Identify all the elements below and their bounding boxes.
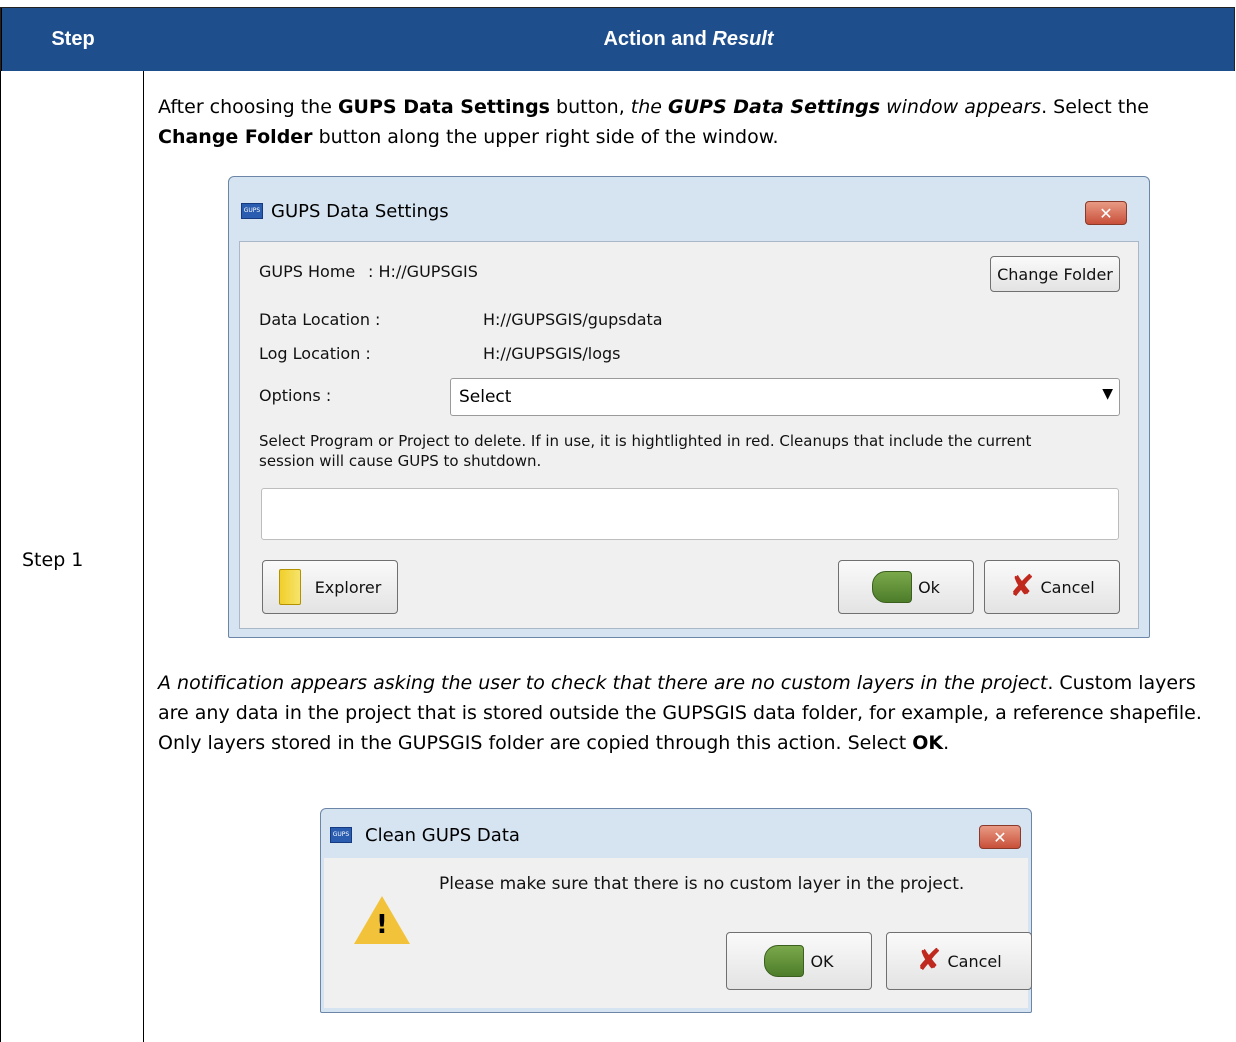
para1-text-3: . Select the [1041, 96, 1149, 118]
chevron-down-icon[interactable]: ▼ [1102, 386, 1113, 402]
delete-help-line-2: session will cause GUPS to shutdown. [259, 452, 542, 470]
para1-bold-1: GUPS Data Settings [337, 96, 550, 118]
dialog1-close-button[interactable]: ✕ [1085, 201, 1127, 225]
para1-text-4: button along the upper right side of the… [312, 126, 779, 148]
dialog2-cancel-label: Cancel [947, 951, 1002, 971]
para1-italic: the GUPS Data Settings window appears [631, 96, 1041, 118]
warning-exclamation-icon: ! [376, 910, 388, 940]
dialog2-message: Please make sure that there is no custom… [439, 874, 965, 894]
gups-home-label: GUPS Home [259, 262, 356, 281]
dialog2-cancel-button[interactable]: ✘ Cancel [886, 932, 1032, 990]
header-result-text: Result [712, 28, 774, 50]
options-select-value: Select [459, 387, 512, 407]
para1-italic-2: window appears [880, 96, 1042, 118]
data-location-value: H://GUPSGIS/gupsdata [483, 310, 663, 329]
clean-gups-data-dialog: GUPS Clean GUPS Data ✕ ! Please make sur… [320, 808, 1032, 1013]
gups-home-value: : H://GUPSGIS [368, 262, 478, 281]
dialog2-client-area: ! Please make sure that there is no cust… [324, 858, 1032, 1008]
para1-text-1: After choosing the [158, 96, 338, 118]
cancel-x-icon: ✘ [1009, 569, 1035, 604]
ok-arrow-icon [872, 571, 913, 603]
dialog2-ok-label: OK [810, 951, 834, 971]
step-label: Step 1 [22, 549, 84, 571]
instruction-paragraph-2: A notification appears asking the user t… [158, 668, 1218, 758]
column-divider [143, 71, 144, 1042]
para2-italic: A notification appears asking the user t… [158, 672, 1048, 694]
cancel-button[interactable]: ✘ Cancel [984, 560, 1120, 614]
dialog2-ok-button[interactable]: OK [726, 932, 872, 990]
para1-text-2: button, [550, 96, 631, 118]
options-select[interactable]: Select ▼ [450, 378, 1120, 416]
data-location-label: Data Location : [259, 310, 381, 329]
log-location-value: H://GUPSGIS/logs [483, 344, 621, 363]
ok-button[interactable]: Ok [838, 560, 974, 614]
para1-italic-1: the [630, 96, 669, 118]
dialog1-title: GUPS Data Settings [271, 201, 449, 222]
log-location-label: Log Location : [259, 344, 371, 363]
program-project-list[interactable] [261, 488, 1119, 540]
dialog1-client-area: GUPS Home : H://GUPSGIS Change Folder Da… [239, 241, 1139, 629]
folder-icon [278, 569, 301, 605]
gups-app-icon: GUPS [241, 203, 263, 219]
change-folder-button[interactable]: Change Folder [990, 256, 1120, 292]
dialog2-close-button[interactable]: ✕ [979, 825, 1021, 849]
ok-arrow-icon-2 [764, 945, 805, 977]
header-action-text: Action and [603, 28, 707, 50]
header-action: Action and Result [143, 8, 1234, 71]
cancel-x-icon-2: ✘ [916, 943, 942, 978]
gups-app-icon-2: GUPS [330, 827, 352, 843]
para1-bold-2: Change Folder [158, 126, 313, 148]
explorer-button[interactable]: Explorer [262, 560, 398, 614]
options-label: Options : [259, 386, 332, 405]
header-step: Step [1, 8, 145, 71]
para2-text-2: . [943, 732, 950, 754]
para2-bold: OK [912, 732, 944, 754]
instruction-paragraph-1: After choosing the GUPS Data Settings bu… [158, 92, 1218, 152]
ok-button-label: Ok [918, 577, 940, 597]
dialog2-title: Clean GUPS Data [365, 825, 520, 846]
dialog1-titlebar: GUPS GUPS Data Settings ✕ [229, 177, 1149, 247]
cancel-button-label: Cancel [1040, 577, 1095, 597]
para1-bold-italic: GUPS Data Settings [668, 96, 881, 118]
delete-help-line-1: Select Program or Project to delete. If … [259, 432, 1032, 450]
gups-data-settings-dialog: GUPS GUPS Data Settings ✕ GUPS Home : H:… [228, 176, 1150, 638]
left-border [0, 71, 1, 1042]
explorer-button-label: Explorer [314, 577, 382, 597]
